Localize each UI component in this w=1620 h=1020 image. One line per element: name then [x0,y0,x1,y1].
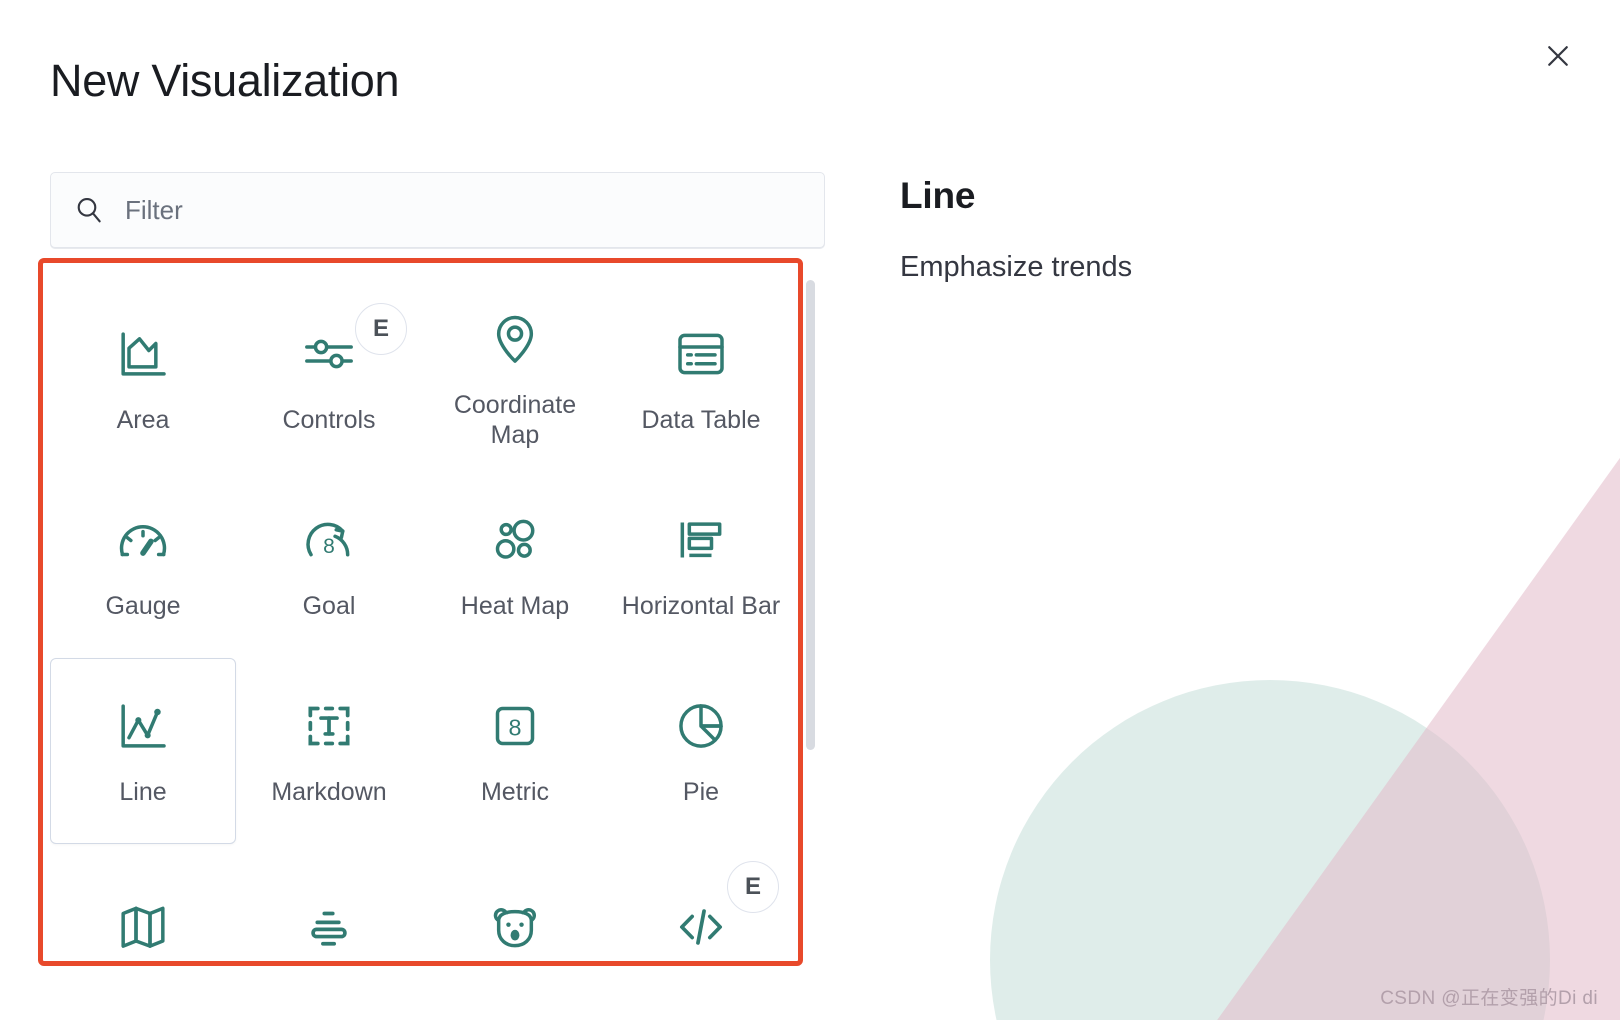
visualization-type-label: Data Table [641,406,761,434]
visualization-type-label: Horizontal Bar [621,592,781,620]
map-marker-icon [487,308,543,370]
gauge-icon [115,509,171,571]
goal-icon: 8 [301,509,357,571]
grid-scrollbar[interactable] [806,280,815,750]
visualization-type-tag-cloud[interactable] [236,844,422,954]
visualization-type-region-map[interactable] [50,844,236,954]
svg-text:8: 8 [509,714,522,740]
filter-input[interactable] [125,194,802,226]
experimental-badge: E [355,303,407,355]
visualization-type-label: Line [119,778,167,806]
detail-title: Line [900,175,976,216]
visualization-type-coordinate-map[interactable]: Coordinate Map [422,286,608,472]
experimental-badge: E [727,861,779,913]
new-visualization-screen: CSDN @正在变强的Di di New Visualization Filte… [0,0,1620,1020]
visualization-type-gauge[interactable]: Gauge [50,472,236,658]
visualization-type-label: Goal [302,592,356,620]
visualization-type-goal[interactable]: 8 Goal [236,472,422,658]
table-icon [673,323,729,385]
visualization-type-area[interactable]: Area [50,286,236,472]
svg-text:8: 8 [323,535,335,558]
visualization-type-label: Gauge [105,592,181,620]
visualization-type-label: Markdown [271,778,387,806]
heatmap-bubbles-icon [487,509,543,571]
visualization-type-data-table[interactable]: Data Table [608,286,794,472]
search-icon [73,194,105,226]
region-map-icon [115,896,171,954]
visualization-type-label: Pie [682,778,720,806]
new-visualization-modal: New Visualization Filter Area Controls E… [0,0,1620,1020]
visualization-type-grid: Area Controls E Coordinate Map Data Table… [50,272,810,954]
filter-field[interactable] [50,172,825,248]
horizontal-bar-icon [673,509,729,571]
close-icon [1543,41,1573,71]
detail-description: Emphasize trends [900,251,1133,283]
code-brackets-icon [673,896,729,954]
visualization-type-vega[interactable]: E [608,844,794,954]
tag-cloud-icon [301,896,357,954]
visualization-type-metric[interactable]: 8 Metric [422,658,608,844]
visualization-type-label: Metric [480,778,550,806]
timelion-bear-icon [487,896,543,954]
visualization-type-label: Coordinate Map [453,391,577,449]
close-button[interactable] [1538,36,1578,76]
sliders-icon [301,323,357,385]
visualization-type-markdown[interactable]: Markdown [236,658,422,844]
visualization-detail-panel: Line Emphasize trends [900,175,1500,284]
markdown-text-icon [301,695,357,757]
visualization-type-pie[interactable]: Pie [608,658,794,844]
visualization-type-label: Controls [282,406,376,434]
visualization-type-heat-map[interactable]: Heat Map [422,472,608,658]
visualization-type-line[interactable]: Line [50,658,236,844]
visualization-type-horizontal-bar[interactable]: Horizontal Bar [608,472,794,658]
line-chart-icon [115,695,171,757]
metric-number-icon: 8 [487,695,543,757]
area-chart-icon [115,323,171,385]
pie-chart-icon [673,695,729,757]
visualization-type-label: Area [116,406,170,434]
visualization-type-controls[interactable]: Controls E [236,286,422,472]
visualization-type-timelion[interactable] [422,844,608,954]
visualization-type-label: Heat Map [460,592,570,620]
page-title: New Visualization [50,55,400,106]
visualization-picker-left-column [50,172,825,248]
